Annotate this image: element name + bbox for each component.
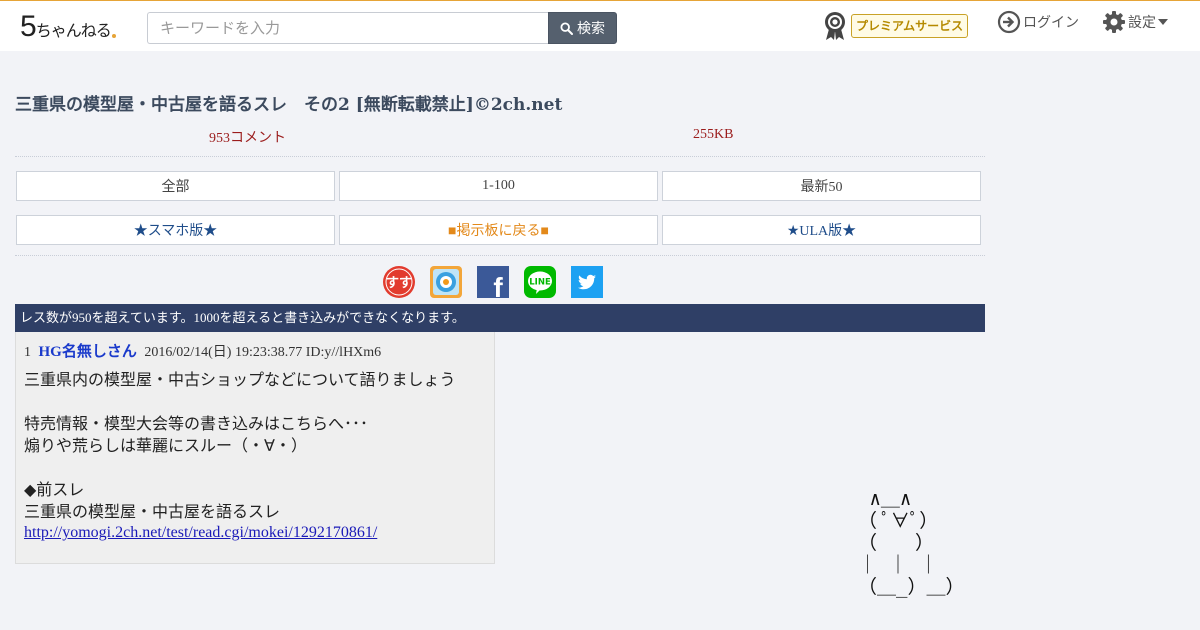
post-body: 三重県内の模型屋・中古ショップなどについて語りましょう 特売情報・模型大会等の書… xyxy=(24,369,456,544)
post-date: 2016/02/14(日) 19:23:38.77 xyxy=(144,345,303,360)
nav-all-button[interactable]: 全部 xyxy=(16,171,335,201)
twitter-icon[interactable] xyxy=(571,266,603,298)
search-icon xyxy=(560,21,573,35)
post-line: 煽りや荒らしは華麗にスルー（・∀・） xyxy=(24,436,307,455)
post-author[interactable]: HG名無しさん xyxy=(39,344,137,360)
line-icon[interactable]: LINE xyxy=(524,266,556,298)
post-line: 三重県の模型屋・中古屋を語るスレ xyxy=(24,502,281,521)
ascii-art-cat: ∧＿∧ （ ﾟ∀ﾟ） （ ） ｜ ｜ ｜ （＿_）＿） xyxy=(858,488,965,598)
award-icon xyxy=(825,12,845,40)
settings-label: 設定 xyxy=(1128,15,1156,31)
post-line-break xyxy=(24,457,456,479)
post-header: 1 HG名無しさん 2016/02/14(日) 19:23:38.77 ID:y… xyxy=(24,340,381,361)
dope-icon[interactable] xyxy=(430,266,462,298)
search-button[interactable]: 検索 xyxy=(548,12,617,44)
post-line: ◆前スレ xyxy=(24,480,85,499)
logo-text: ちゃんねる xyxy=(35,21,112,40)
post-line-break xyxy=(24,391,456,413)
site-logo[interactable]: 5 ちゃんねる xyxy=(20,10,116,42)
logo-five: 5 xyxy=(20,10,37,43)
search-button-label: 検索 xyxy=(577,21,605,37)
caret-down-icon xyxy=(1158,19,1168,25)
login-icon xyxy=(997,10,1021,34)
post-line: 特売情報・模型大会等の書き込みはこちらへ･･･ xyxy=(24,414,369,433)
post-limit-notice: レス数が950を超えています。1000を超えると書き込みができなくなります。 xyxy=(15,304,985,332)
thread-size: 255KB xyxy=(693,127,734,142)
facebook-icon-text: f xyxy=(493,272,503,298)
previous-thread-link[interactable]: http://yomogi.2ch.net/test/read.cgi/moke… xyxy=(24,522,456,544)
gear-icon xyxy=(1103,11,1125,33)
comment-count: 953コメント xyxy=(209,131,286,146)
facebook-icon[interactable]: f xyxy=(477,266,509,298)
back-to-board-button[interactable]: ■掲示板に戻る■ xyxy=(339,215,658,245)
search-input[interactable] xyxy=(147,12,549,44)
sussu-icon-text: すす xyxy=(386,276,412,291)
ula-version-button[interactable]: ★ULA版★ xyxy=(662,215,981,245)
settings-menu[interactable]: 設定 xyxy=(1102,10,1168,34)
sussu-icon[interactable]: すす xyxy=(383,266,415,298)
line-icon-text: LINE xyxy=(529,278,551,288)
thread-title: 三重県の模型屋・中古屋を語るスレ その2 [無断転載禁止]©2ch.net xyxy=(15,95,563,115)
divider xyxy=(15,156,985,157)
login-link[interactable]: ログイン xyxy=(997,10,1079,34)
post-id[interactable]: ID:y//lHXm6 xyxy=(306,345,381,360)
login-label: ログイン xyxy=(1023,15,1079,31)
premium-service-link[interactable]: プレミアムサービス xyxy=(822,11,969,41)
post-line: 三重県内の模型屋・中古ショップなどについて語りましょう xyxy=(24,370,456,389)
post: 1 HG名無しさん 2016/02/14(日) 19:23:38.77 ID:y… xyxy=(15,332,495,564)
divider xyxy=(15,255,985,256)
nav-1-100-button[interactable]: 1-100 xyxy=(339,171,658,201)
logo-dot xyxy=(111,34,116,38)
smartphone-version-button[interactable]: ★スマホ版★ xyxy=(16,215,335,245)
site-header: 5 ちゃんねる 検索 プレミアムサービス ログイン xyxy=(0,0,1200,51)
premium-badge: プレミアムサービス xyxy=(851,14,969,38)
nav-latest50-button[interactable]: 最新50 xyxy=(662,171,981,201)
post-number: 1 xyxy=(24,345,31,360)
